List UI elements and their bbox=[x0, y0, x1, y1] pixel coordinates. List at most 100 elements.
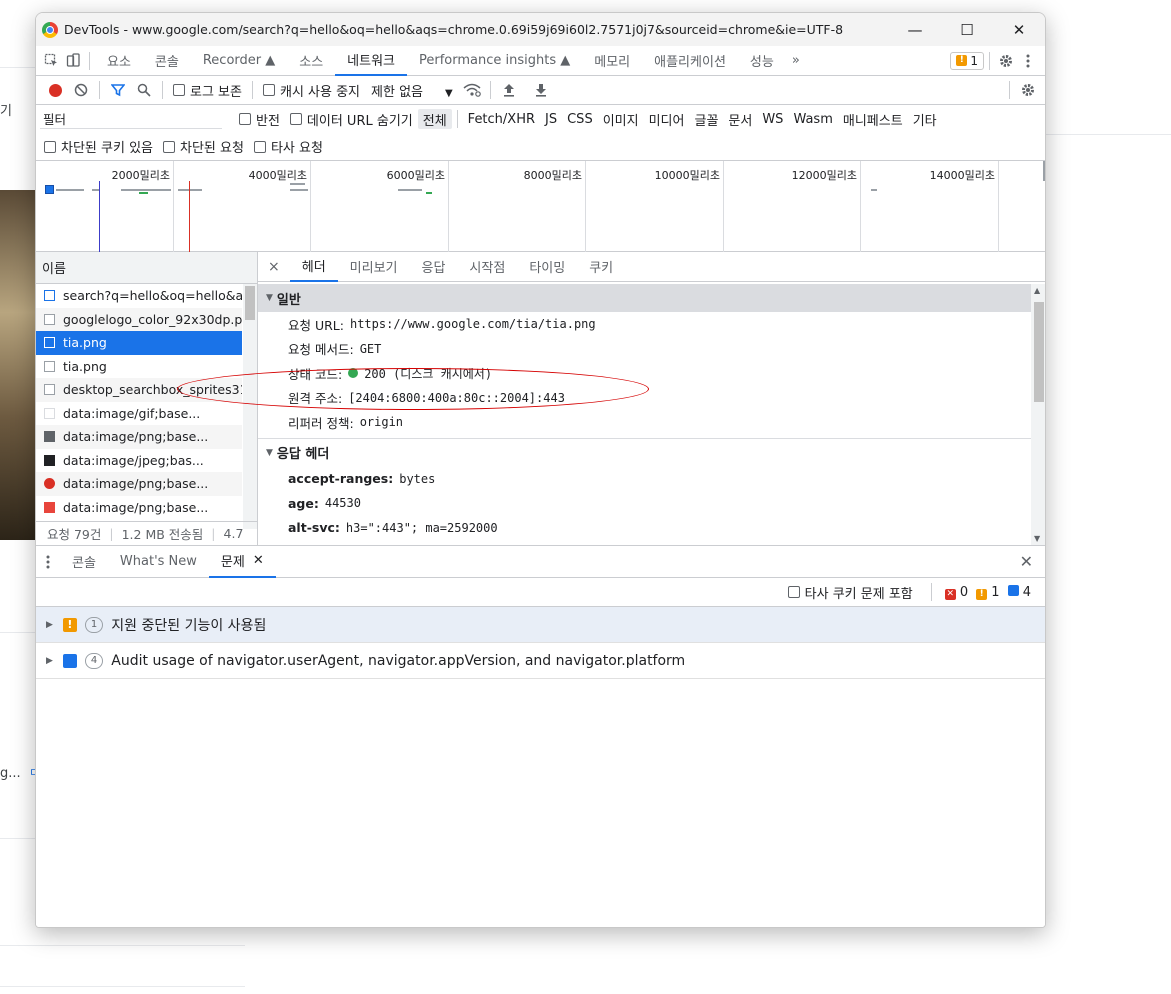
third-party-checkbox[interactable]: 타사 요청 bbox=[249, 137, 328, 156]
expand-triangle-icon[interactable]: ▶ bbox=[46, 656, 53, 666]
tab-performance-insights[interactable]: Performance insights ▲ bbox=[407, 46, 582, 76]
checkbox-box[interactable] bbox=[253, 140, 266, 153]
request-row[interactable]: tia.png bbox=[36, 355, 242, 379]
preserve-log-checkbox[interactable]: 로그 보존 bbox=[168, 81, 247, 100]
issue-row-deprecated[interactable]: ▶ ! 1 지원 중단된 기능이 사용됨 bbox=[36, 607, 1045, 643]
more-tabs-icon[interactable]: » bbox=[786, 46, 806, 76]
clear-button[interactable] bbox=[68, 78, 94, 102]
filter-type-js[interactable]: JS bbox=[540, 109, 562, 129]
invert-checkbox[interactable]: 반전 bbox=[234, 110, 285, 129]
hide-data-urls-checkbox[interactable]: 데이터 URL 숨기기 bbox=[285, 110, 418, 129]
scrollbar-thumb[interactable] bbox=[1034, 302, 1044, 402]
checkbox-box[interactable] bbox=[163, 140, 175, 153]
tab-sources[interactable]: 소스 bbox=[287, 46, 335, 76]
disable-cache-checkbox[interactable]: 캐시 사용 중지 bbox=[258, 81, 365, 100]
timeline-label: 8000밀리초 bbox=[523, 169, 582, 182]
checkbox-box[interactable] bbox=[262, 84, 275, 96]
bg-divider bbox=[1046, 134, 1171, 135]
drawer-tab-console[interactable]: 콘솔 bbox=[60, 546, 108, 578]
filter-type-media[interactable]: 미디어 bbox=[644, 109, 690, 129]
scroll-down-icon[interactable]: ▼ bbox=[1034, 534, 1040, 543]
inspect-element-icon[interactable] bbox=[40, 50, 62, 72]
close-tab-icon[interactable]: ✕ bbox=[253, 553, 264, 568]
close-detail-icon[interactable]: × bbox=[258, 252, 290, 282]
checkbox-box[interactable] bbox=[239, 113, 251, 125]
filter-type-ws[interactable]: WS bbox=[757, 109, 788, 129]
request-list-scrollbar[interactable] bbox=[243, 284, 257, 529]
name-column-header[interactable]: 이름 bbox=[36, 252, 257, 284]
filter-type-img[interactable]: 이미지 bbox=[598, 109, 644, 129]
import-har-button[interactable] bbox=[496, 78, 522, 102]
tab-elements[interactable]: 요소 bbox=[95, 46, 143, 76]
network-conditions-button[interactable] bbox=[459, 78, 485, 102]
checkbox-box[interactable] bbox=[44, 140, 56, 153]
general-section-header[interactable]: ▼ 일반 bbox=[258, 284, 1031, 312]
tab-cookies[interactable]: 쿠키 bbox=[577, 252, 625, 282]
filter-type-css[interactable]: CSS bbox=[562, 109, 598, 129]
warning-count-value: 1 bbox=[991, 584, 1000, 600]
tab-recorder[interactable]: Recorder ▲ bbox=[191, 46, 287, 76]
maximize-button[interactable]: ☐ bbox=[941, 13, 993, 46]
timeline-label: 4000밀리초 bbox=[248, 169, 307, 182]
tab-preview[interactable]: 미리보기 bbox=[338, 252, 410, 282]
scrollbar-thumb[interactable] bbox=[245, 286, 255, 320]
drawer-tab-whats-new[interactable]: What's New bbox=[108, 546, 209, 578]
request-row[interactable]: search?q=hello&oq=hello&a bbox=[36, 284, 242, 308]
checkbox-box[interactable] bbox=[289, 113, 302, 125]
close-window-button[interactable]: ✕ bbox=[993, 13, 1045, 46]
blocked-requests-checkbox[interactable]: 차단된 요청 bbox=[158, 137, 249, 156]
device-toolbar-icon[interactable] bbox=[62, 50, 84, 72]
network-settings-gear-icon[interactable] bbox=[1015, 78, 1041, 102]
request-row[interactable]: data:image/png;base... bbox=[36, 472, 242, 496]
divider bbox=[489, 81, 491, 99]
filter-type-other[interactable]: 기타 bbox=[908, 109, 942, 129]
search-button[interactable] bbox=[131, 78, 157, 102]
issue-row-user-agent[interactable]: ▶ 4 Audit usage of navigator.userAgent, … bbox=[36, 643, 1045, 679]
filter-type-fetch-xhr[interactable]: Fetch/XHR bbox=[463, 109, 540, 129]
network-overview-timeline[interactable]: 2000밀리초 4000밀리초 6000밀리초 8000밀리초 10000밀리초… bbox=[36, 161, 1045, 252]
filter-input[interactable] bbox=[40, 109, 222, 129]
filter-type-doc[interactable]: 문서 bbox=[723, 109, 757, 129]
tab-headers[interactable]: 헤더 bbox=[289, 252, 338, 282]
issues-badge[interactable]: ! 1 bbox=[950, 51, 984, 70]
clear-icon bbox=[74, 83, 88, 97]
tab-performance[interactable]: 성능 bbox=[738, 46, 786, 76]
response-headers-section-header[interactable]: ▼ 응답 헤더 bbox=[258, 439, 1031, 467]
filter-type-font[interactable]: 글꼴 bbox=[689, 109, 723, 129]
tab-memory[interactable]: 메모리 bbox=[582, 46, 642, 76]
tab-console[interactable]: 콘솔 bbox=[143, 46, 191, 76]
request-row[interactable]: data:image/gif;base... bbox=[36, 402, 242, 426]
checkbox-box[interactable] bbox=[787, 586, 800, 598]
request-row[interactable]: data:image/png;base... bbox=[36, 425, 242, 449]
settings-gear-icon[interactable] bbox=[995, 50, 1017, 72]
request-row[interactable]: googlelogo_color_92x30dp.p bbox=[36, 307, 242, 331]
filter-type-all[interactable]: 전체 bbox=[417, 109, 452, 129]
record-button[interactable] bbox=[42, 78, 68, 102]
panel-tabbar: 요소 콘솔 Recorder ▲ 소스 네트워크 Performance ins… bbox=[36, 46, 1045, 76]
tab-application[interactable]: 애플리케이션 bbox=[642, 46, 738, 76]
tab-response[interactable]: 응답 bbox=[410, 252, 458, 282]
request-row[interactable]: data:image/jpeg;bas... bbox=[36, 449, 242, 473]
more-options-icon[interactable] bbox=[1017, 50, 1039, 72]
checkbox-box[interactable] bbox=[173, 84, 185, 96]
detail-scrollbar[interactable]: ▲ ▼ bbox=[1031, 284, 1045, 545]
filter-toggle-button[interactable] bbox=[105, 78, 131, 102]
expand-triangle-icon: ▼ bbox=[266, 293, 273, 303]
request-row-selected[interactable]: tia.png bbox=[36, 331, 242, 355]
scroll-up-icon[interactable]: ▲ bbox=[1034, 286, 1040, 295]
tab-timing[interactable]: 타이밍 bbox=[517, 252, 577, 282]
drawer-menu-icon[interactable] bbox=[36, 546, 60, 578]
blocked-cookies-checkbox[interactable]: 차단된 쿠키 있음 bbox=[39, 137, 158, 156]
throttling-select[interactable]: 제한 없음 ▼ bbox=[365, 81, 459, 100]
include-third-party-cookie-checkbox[interactable]: 타사 쿠키 문제 포함 bbox=[783, 583, 918, 602]
tab-initiator[interactable]: 시작점 bbox=[457, 252, 517, 282]
drawer-tab-issues[interactable]: 문제 ✕ bbox=[208, 546, 276, 578]
expand-triangle-icon[interactable]: ▶ bbox=[46, 620, 53, 630]
close-drawer-icon[interactable]: ✕ bbox=[1008, 546, 1045, 578]
tab-network[interactable]: 네트워크 bbox=[335, 46, 407, 76]
filter-type-wasm[interactable]: Wasm bbox=[788, 109, 837, 129]
minimize-button[interactable]: — bbox=[889, 13, 941, 46]
request-row[interactable]: data:image/png;base... bbox=[36, 496, 242, 520]
filter-type-manifest[interactable]: 매니페스트 bbox=[838, 109, 908, 129]
export-har-button[interactable] bbox=[528, 78, 554, 102]
